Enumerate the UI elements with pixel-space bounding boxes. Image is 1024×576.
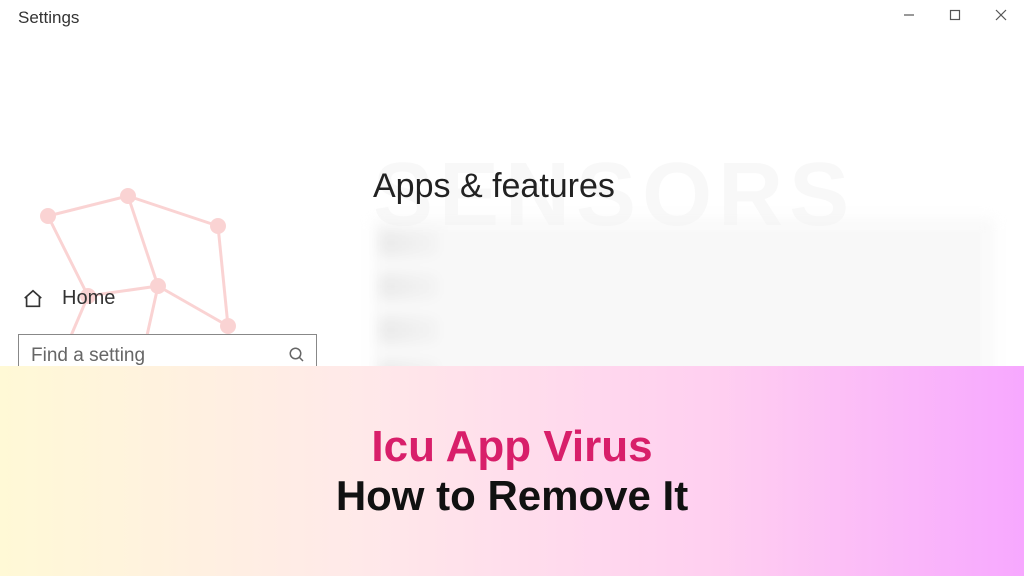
minimize-button[interactable] bbox=[886, 0, 932, 30]
home-icon bbox=[22, 288, 44, 310]
banner-title: Icu App Virus bbox=[371, 422, 652, 472]
window-controls bbox=[886, 0, 1024, 30]
minimize-icon bbox=[903, 9, 915, 21]
close-icon bbox=[995, 9, 1007, 21]
banner-overlay: Icu App Virus How to Remove It bbox=[0, 366, 1024, 576]
close-button[interactable] bbox=[978, 0, 1024, 30]
title-bar: Settings bbox=[0, 0, 1024, 38]
maximize-button[interactable] bbox=[932, 0, 978, 30]
banner-subtitle: How to Remove It bbox=[336, 472, 688, 520]
nav-home-label: Home bbox=[62, 287, 115, 310]
maximize-icon bbox=[949, 9, 961, 21]
page-title: Apps & features bbox=[373, 167, 994, 206]
search-placeholder: Find a setting bbox=[31, 345, 288, 367]
nav-home[interactable]: Home bbox=[18, 281, 317, 316]
window-title: Settings bbox=[18, 8, 79, 28]
search-icon bbox=[288, 346, 308, 366]
settings-window: Settings bbox=[0, 0, 1024, 576]
